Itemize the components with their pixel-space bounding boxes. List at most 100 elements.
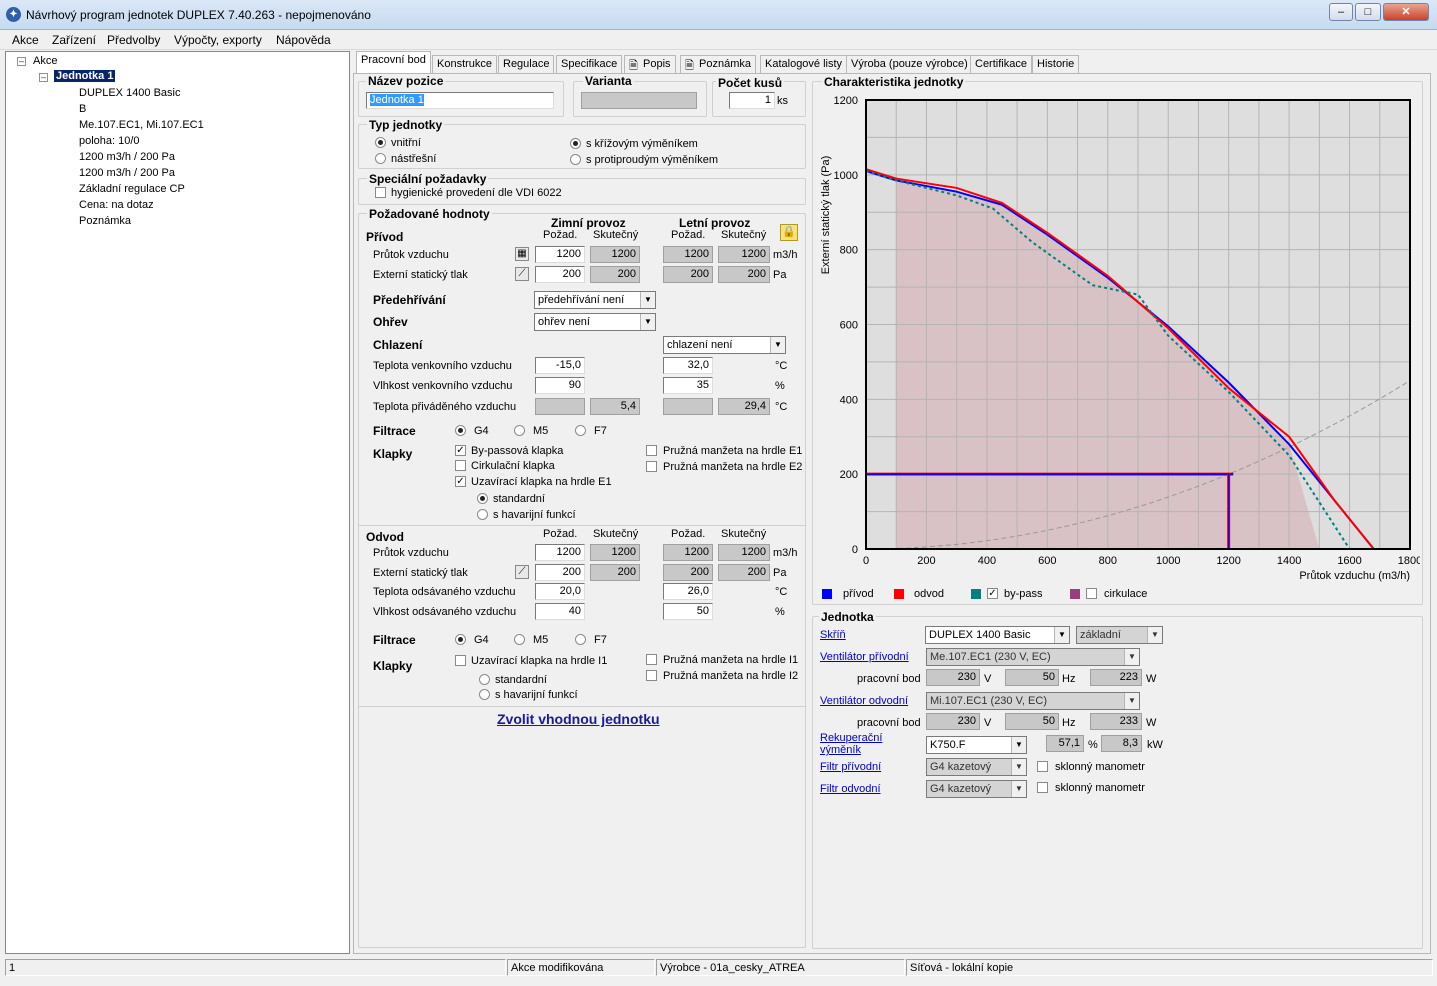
- flex-e1-checkbox[interactable]: [646, 445, 657, 456]
- tab-regulace[interactable]: Regulace: [498, 55, 555, 73]
- tree-item[interactable]: 1200 m3/h / 200 Pa: [79, 151, 175, 163]
- outdoor-temp-winter[interactable]: -15,0: [535, 357, 585, 374]
- indoor-radio[interactable]: [375, 137, 386, 148]
- filter-g4-radio[interactable]: [455, 634, 466, 645]
- menu-zarizeni[interactable]: Zařízení: [52, 33, 96, 47]
- tab-katalogove-listy[interactable]: Katalogové listy: [760, 55, 848, 73]
- exhaust-filter-link[interactable]: Filtr odvodní: [820, 783, 881, 795]
- supply-filter-select[interactable]: G4 kazetový ▼: [926, 758, 1027, 776]
- tree-item[interactable]: poloha: 10/0: [79, 135, 140, 147]
- tab-certifikace[interactable]: Certifikace: [970, 55, 1032, 73]
- tree-root[interactable]: Akce: [33, 55, 57, 67]
- unit-celsius: °C: [775, 360, 788, 372]
- supply-airflow-summer-actual: 1200: [718, 246, 770, 263]
- legend-swatch-supply: [822, 589, 832, 599]
- cross-exchanger-radio[interactable]: [570, 138, 581, 149]
- tab-konstrukce[interactable]: Konstrukce: [432, 55, 498, 73]
- curve-icon[interactable]: ⟋: [515, 267, 529, 281]
- tree-item[interactable]: B: [79, 103, 86, 115]
- casing-option-select[interactable]: základní ▼: [1076, 626, 1163, 644]
- tab-vyroba[interactable]: Výroba (pouze výrobce): [846, 55, 973, 73]
- unit-group-title: Jednotka: [819, 610, 876, 624]
- count-input[interactable]: 1: [729, 92, 775, 109]
- closing-e1-checkbox[interactable]: ✓: [455, 476, 466, 487]
- exhaust-filter-select[interactable]: G4 kazetový ▼: [926, 780, 1027, 798]
- exhaust-temp-winter[interactable]: 20,0: [535, 583, 585, 600]
- flex-i2-checkbox[interactable]: [646, 670, 657, 681]
- hygiene-checkbox[interactable]: [375, 187, 386, 198]
- menu-vypocty[interactable]: Výpočty, exporty: [174, 33, 262, 47]
- choose-unit-link[interactable]: Zvolit vhodnou jednotku: [497, 711, 660, 727]
- menu-napoveda[interactable]: Nápověda: [276, 33, 331, 47]
- menu-predvolby[interactable]: Předvolby: [107, 33, 160, 47]
- minimize-button[interactable]: –: [1329, 3, 1353, 21]
- heat-select[interactable]: ohřev není ▼: [534, 313, 656, 331]
- lock-icon[interactable]: 🔒: [780, 224, 798, 241]
- collapse-icon[interactable]: –: [39, 73, 48, 82]
- variant-input[interactable]: [581, 92, 697, 109]
- close-button[interactable]: ✕: [1383, 3, 1429, 21]
- exhaust-hum-summer[interactable]: 50: [663, 603, 713, 620]
- menu-akce[interactable]: Akce: [12, 33, 39, 47]
- exhaust-temp-summer[interactable]: 26,0: [663, 583, 713, 600]
- casing-link[interactable]: Skříň: [820, 629, 846, 641]
- supply-fan-select[interactable]: Me.107.EC1 (230 V, EC) ▼: [926, 648, 1140, 666]
- roof-radio[interactable]: [375, 153, 386, 164]
- supply-filter-link[interactable]: Filtr přívodní: [820, 761, 881, 773]
- closing-i1-checkbox[interactable]: [455, 655, 466, 666]
- filter-m5-radio[interactable]: [514, 425, 525, 436]
- exhaust-hum-winter[interactable]: 40: [535, 603, 585, 620]
- exhaust-fan-select[interactable]: Mi.107.EC1 (230 V, EC) ▼: [926, 692, 1140, 710]
- tree-item[interactable]: Me.107.EC1, Mi.107.EC1: [79, 119, 204, 131]
- bypass-legend-checkbox[interactable]: ✓: [987, 588, 998, 599]
- recuperator-select[interactable]: K750.F ▼: [926, 736, 1027, 754]
- maximize-button[interactable]: □: [1355, 3, 1381, 21]
- tree-item[interactable]: Cena: na dotaz: [79, 199, 154, 211]
- tree-item[interactable]: Základní regulace CP: [79, 183, 185, 195]
- exhaust-airflow-winter[interactable]: 1200: [535, 544, 585, 561]
- exhaust-pressure-winter[interactable]: 200: [535, 564, 585, 581]
- exhaust-fan-link[interactable]: Ventilátor odvodní: [820, 695, 908, 707]
- recuperator-link[interactable]: Rekuperační: [820, 732, 882, 744]
- chevron-down-icon: ▼: [770, 337, 785, 353]
- casing-select[interactable]: DUPLEX 1400 Basic ▼: [925, 626, 1070, 644]
- tab-historie[interactable]: Historie: [1032, 55, 1080, 73]
- emergency-radio[interactable]: [477, 509, 488, 520]
- filter-m5-radio[interactable]: [514, 634, 525, 645]
- x-axis-label: Průtok vzduchu (m3/h): [1299, 570, 1410, 582]
- calculator-icon[interactable]: ▦: [515, 247, 529, 261]
- exhaust-manometer-checkbox[interactable]: [1037, 782, 1048, 793]
- summer-label: Letní provoz: [679, 216, 751, 230]
- tab-pracovni-bod[interactable]: Pracovní bod: [356, 51, 431, 74]
- collapse-icon[interactable]: –: [17, 57, 26, 66]
- outdoor-hum-summer[interactable]: 35: [663, 377, 713, 394]
- tree-item[interactable]: 1200 m3/h / 200 Pa: [79, 167, 175, 179]
- filter-f7-radio[interactable]: [575, 425, 586, 436]
- standard-radio[interactable]: [477, 493, 488, 504]
- tree-item[interactable]: Poznámka: [79, 215, 131, 227]
- supply-manometer-checkbox[interactable]: [1037, 761, 1048, 772]
- outdoor-temp-summer[interactable]: 32,0: [663, 357, 713, 374]
- tab-specifikace[interactable]: Specifikace: [556, 55, 623, 73]
- filter-f7-radio[interactable]: [575, 634, 586, 645]
- circulation-legend-checkbox[interactable]: [1086, 588, 1097, 599]
- recuperator-link-line2[interactable]: výměník: [820, 744, 861, 756]
- supply-airflow-winter[interactable]: 1200: [535, 246, 585, 263]
- cool-select[interactable]: chlazení není ▼: [663, 336, 786, 354]
- position-input[interactable]: Jednotka 1: [366, 92, 554, 109]
- circ-checkbox[interactable]: [455, 460, 466, 471]
- counter-exchanger-radio[interactable]: [570, 154, 581, 165]
- filter-g4-radio[interactable]: [455, 425, 466, 436]
- emergency-radio[interactable]: [479, 689, 490, 700]
- standard-radio[interactable]: [479, 674, 490, 685]
- tree-unit[interactable]: Jednotka 1: [54, 70, 116, 82]
- flex-e2-checkbox[interactable]: [646, 461, 657, 472]
- outdoor-hum-winter[interactable]: 90: [535, 377, 585, 394]
- curve-icon[interactable]: ⟋: [515, 565, 529, 579]
- supply-pressure-winter[interactable]: 200: [535, 266, 585, 283]
- supply-fan-link[interactable]: Ventilátor přívodní: [820, 651, 909, 663]
- bypass-checkbox[interactable]: ✓: [455, 445, 466, 456]
- flex-i1-checkbox[interactable]: [646, 654, 657, 665]
- preheat-select[interactable]: předehřívání není ▼: [534, 291, 656, 309]
- tree-item[interactable]: DUPLEX 1400 Basic: [79, 87, 181, 99]
